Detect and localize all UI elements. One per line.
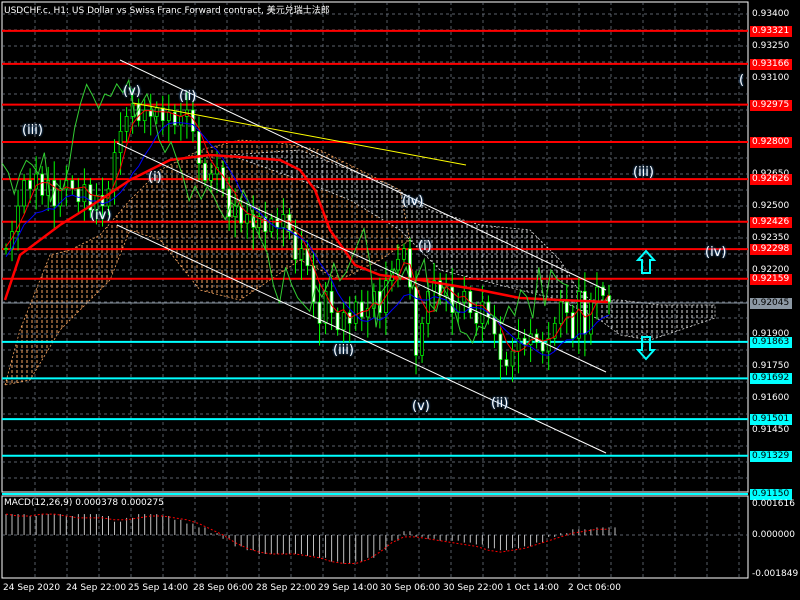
resistance-price-label: 0.92975	[750, 99, 792, 111]
candle	[40, 166, 45, 205]
candle	[359, 289, 364, 332]
date-label: 1 Oct 14:00	[506, 583, 559, 593]
candle	[179, 102, 183, 141]
wave-label: (iii)	[633, 165, 654, 180]
candle	[516, 319, 521, 374]
macd-axis-label: 0.001616	[752, 499, 795, 509]
candle	[124, 107, 129, 143]
resistance-price-label: 0.92426	[750, 216, 792, 228]
price-tick-label: 0.91450	[752, 424, 790, 435]
date-label: 2 Oct 06:00	[568, 583, 621, 593]
resistance-price-label: 0.93166	[750, 58, 792, 70]
macd-axis-label: -0.001849	[752, 569, 799, 579]
support-price-label: 0.91692	[750, 373, 792, 385]
candle	[58, 179, 63, 217]
price-tick-label: 0.93100	[752, 72, 790, 83]
candle	[601, 281, 605, 302]
candle	[583, 272, 587, 357]
candle	[396, 244, 400, 288]
candle	[420, 316, 424, 363]
date-label: 28 Sep 22:00	[256, 583, 317, 593]
wave-label: (iv)	[402, 194, 424, 209]
wave-label: (v)	[123, 84, 141, 99]
candle	[82, 168, 87, 221]
candle	[341, 301, 346, 343]
wave-label: (v)	[412, 399, 430, 414]
candle	[353, 295, 358, 331]
wave-label: (iii)	[22, 123, 43, 138]
wave-label: (iii)	[333, 343, 354, 358]
price-tick-label: 0.93400	[752, 9, 790, 19]
wave-label: (	[739, 73, 745, 88]
arrow-down-icon	[635, 336, 657, 361]
price-tick-label: 0.93250	[752, 40, 790, 51]
resistance-price-label: 0.92800	[750, 136, 792, 148]
candle	[172, 104, 177, 135]
candle	[402, 243, 406, 266]
resistance-price-label: 0.92626	[750, 174, 792, 186]
wave-label: (ii)	[491, 396, 509, 411]
date-label: 24 Sep 2020	[3, 583, 61, 593]
wave-label: (iv)	[705, 245, 727, 260]
wave-label: (i)	[148, 170, 162, 185]
current-price-label: 0.92045	[750, 298, 792, 310]
macd-axis-label: 0.000000	[752, 530, 795, 540]
resistance-price-label: 0.92298	[750, 244, 792, 256]
price-tick-label: 0.91600	[752, 392, 790, 403]
candle	[76, 178, 81, 215]
candle	[10, 220, 14, 262]
candle	[365, 290, 370, 338]
wave-label: (i)	[418, 239, 432, 254]
date-label: 29 Sep 14:00	[318, 583, 379, 593]
chart-title: USDCHF.c, H1: US Dollar vs Swiss Franc F…	[4, 6, 330, 16]
support-price-label: 0.91863	[750, 336, 792, 348]
candle	[504, 351, 509, 376]
price-tick-label: 0.92500	[752, 200, 790, 211]
candle	[148, 93, 153, 136]
candle	[16, 189, 20, 251]
date-label: 30 Sep 06:00	[380, 583, 441, 593]
date-label: 24 Sep 22:00	[66, 583, 127, 593]
wave-label: (iv)	[90, 208, 112, 223]
candle	[166, 94, 171, 142]
candle	[510, 337, 515, 382]
chart-canvas[interactable]	[0, 0, 800, 600]
support-price-label: 0.91501	[750, 414, 792, 426]
price-tick-label: 0.92350	[752, 232, 790, 243]
date-label: 25 Sep 14:00	[128, 583, 189, 593]
macd-title: MACD(12,26,9) 0.000378 0.000275	[4, 498, 164, 508]
resistance-price-label: 0.92159	[750, 273, 792, 285]
date-label: 28 Sep 06:00	[193, 583, 254, 593]
candle	[136, 98, 141, 127]
candle	[540, 331, 545, 364]
price-tick-label: 0.91750	[752, 360, 790, 371]
date-label: 30 Sep 22:00	[443, 583, 504, 593]
resistance-price-label: 0.93321	[750, 25, 792, 37]
macd-pane-frame	[1, 495, 749, 579]
candle	[191, 100, 195, 143]
wave-label: (ii)	[179, 89, 197, 104]
support-price-label: 0.91329	[750, 450, 792, 462]
candle	[112, 139, 117, 205]
